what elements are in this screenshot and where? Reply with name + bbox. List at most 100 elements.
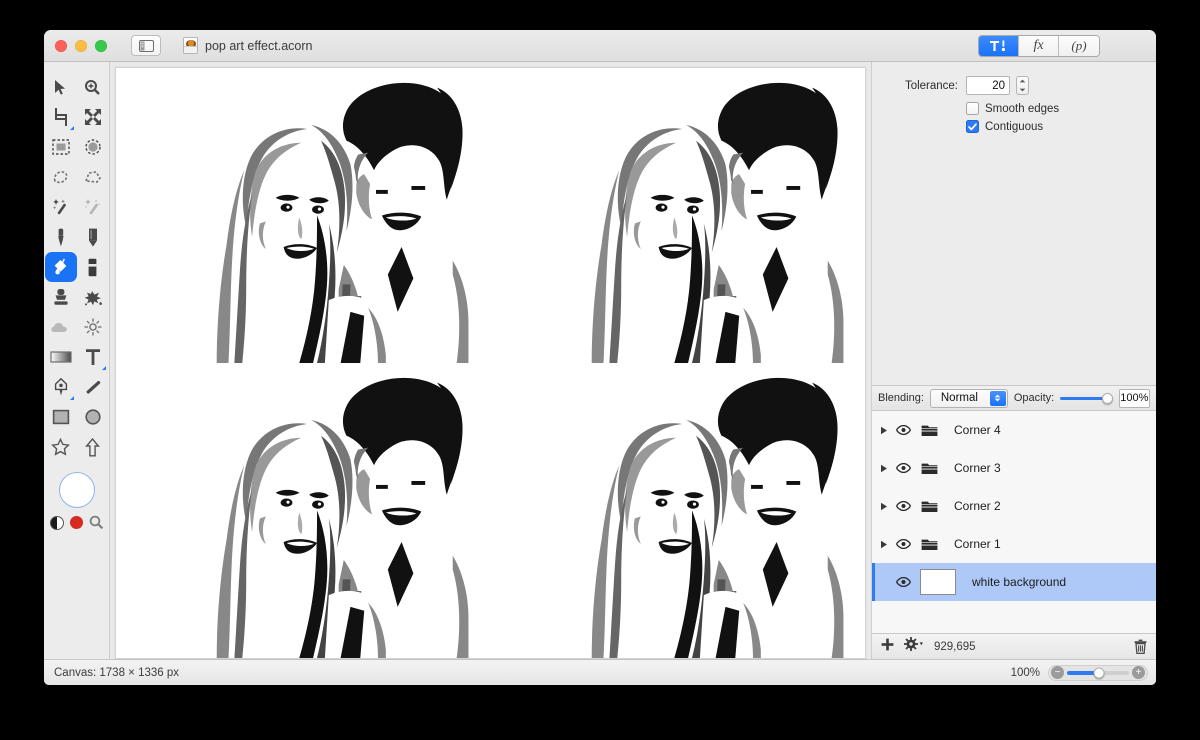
move-tool[interactable] [45, 72, 77, 102]
visibility-eye-icon[interactable] [892, 539, 914, 549]
layer-settings-button[interactable] [904, 637, 924, 656]
half-circle-icon[interactable] [49, 515, 64, 530]
layer-thumbnail [920, 569, 956, 595]
zoom-thumb[interactable] [1093, 667, 1105, 678]
zoom-in-icon[interactable]: + [1132, 666, 1145, 679]
layer-name: white background [972, 575, 1067, 589]
stamp-icon [53, 288, 68, 305]
layer-list[interactable]: Corner 4 Corner 3 Corner 2 Corner 1 whit… [872, 411, 1156, 633]
paint-bucket-tool[interactable] [44, 252, 77, 282]
color-swatch-row [49, 515, 104, 530]
opacity-input[interactable]: 100% [1118, 388, 1150, 408]
add-layer-button[interactable] [881, 638, 894, 656]
table-row[interactable]: Corner 2 [872, 487, 1156, 525]
visibility-eye-icon[interactable] [892, 425, 914, 435]
ellipse-shape-tool[interactable] [77, 402, 109, 432]
layer-name: Corner 4 [954, 423, 1001, 437]
sidebar-toggle-button[interactable] [131, 35, 161, 56]
image-canvas[interactable] [115, 67, 866, 659]
table-row[interactable]: Corner 4 [872, 411, 1156, 449]
disclosure-triangle-icon[interactable] [876, 502, 892, 511]
rectangle-icon [52, 409, 69, 425]
zoom-out-icon[interactable]: − [1051, 666, 1064, 679]
contiguous-checkbox[interactable] [966, 120, 979, 133]
rectangle-shape-tool[interactable] [45, 402, 77, 432]
portrait-artwork [490, 363, 865, 658]
visibility-eye-icon[interactable] [892, 463, 914, 473]
clone-stamp-tool[interactable] [45, 282, 77, 312]
chevron-down-icon [1019, 88, 1026, 92]
lasso-tool[interactable] [45, 162, 77, 192]
chevron-down-icon [994, 398, 1001, 402]
foreground-color-well[interactable] [58, 472, 95, 508]
delete-layer-button[interactable] [1134, 639, 1147, 654]
disclosure-triangle-icon[interactable] [876, 426, 892, 435]
instant-alpha-tool[interactable] [77, 192, 109, 222]
transform-tool[interactable] [77, 102, 109, 132]
arrow-up-icon [85, 437, 100, 456]
layer-group-folder-icon [914, 462, 944, 475]
gradient-tool[interactable] [45, 342, 77, 372]
document-title-group[interactable]: pop art effect.acorn [183, 37, 312, 54]
smudge-tool[interactable] [77, 282, 109, 312]
trash-icon [1134, 639, 1147, 654]
crop-tool[interactable] [45, 102, 77, 132]
inspector-segmented-control[interactable]: fx (p) [978, 35, 1100, 57]
text-tool[interactable] [77, 342, 109, 372]
canvas-area [110, 62, 871, 659]
disclosure-triangle-icon[interactable] [876, 464, 892, 473]
marquee-rect-icon [51, 139, 70, 155]
magnifier-plus-icon [85, 79, 100, 95]
disclosure-triangle-icon[interactable] [876, 540, 892, 549]
tolerance-input[interactable]: 20 [966, 76, 1010, 95]
magic-wand-tool[interactable] [45, 192, 77, 222]
close-button[interactable] [55, 39, 67, 52]
visibility-eye-icon[interactable] [892, 501, 914, 511]
contiguous-row[interactable]: Contiguous [966, 120, 1142, 133]
tab-tool-options[interactable] [979, 36, 1019, 56]
table-row[interactable]: Corner 1 [872, 525, 1156, 563]
bezier-tool[interactable] [45, 372, 77, 402]
arrow-cursor-icon [55, 79, 65, 95]
line-tool[interactable] [77, 372, 109, 402]
blending-mode-popup[interactable]: Normal [929, 388, 1008, 408]
opacity-thumb[interactable] [1101, 392, 1113, 404]
splatter-icon [84, 290, 102, 305]
layer-toolbar: 929,695 [872, 633, 1156, 659]
smooth-edges-checkbox[interactable] [966, 102, 979, 115]
gradient-icon [49, 351, 72, 363]
table-row[interactable]: white background [872, 563, 1156, 601]
acorn-document-icon [183, 37, 198, 54]
tab-properties[interactable]: (p) [1059, 36, 1099, 56]
polygon-lasso-tool[interactable] [77, 162, 109, 192]
tab-filters[interactable]: fx [1019, 36, 1059, 56]
pencil-tool[interactable] [77, 222, 109, 252]
arrow-shape-tool[interactable] [77, 432, 109, 462]
brush-tool[interactable] [45, 222, 77, 252]
tool-options-section: Tolerance: 20 Smooth edges Contiguous [872, 62, 1156, 138]
opacity-label: Opacity: [1013, 392, 1055, 404]
minimize-button[interactable] [75, 39, 87, 52]
zoom-slider[interactable]: − + [1048, 664, 1148, 681]
smooth-edges-label: Smooth edges [985, 102, 1060, 115]
dodge-burn-tool[interactable] [77, 312, 109, 342]
ellipse-select-tool[interactable] [77, 132, 109, 162]
opacity-slider[interactable] [1060, 392, 1113, 404]
polygon-lasso-icon [84, 171, 101, 183]
rectangle-select-tool[interactable] [45, 132, 77, 162]
table-row[interactable]: Corner 3 [872, 449, 1156, 487]
magnifier-icon[interactable] [89, 515, 104, 530]
color-dot-icon[interactable] [69, 516, 83, 529]
smooth-edges-row[interactable]: Smooth edges [966, 102, 1142, 115]
eraser-tool[interactable] [77, 252, 109, 282]
portrait-artwork [116, 68, 491, 363]
visibility-eye-icon[interactable] [892, 577, 914, 587]
maximize-button[interactable] [95, 39, 107, 52]
pop-art-cell [116, 363, 491, 658]
star-shape-tool[interactable] [45, 432, 77, 462]
tolerance-stepper[interactable] [1016, 76, 1029, 95]
blur-tool[interactable] [45, 312, 77, 342]
zoom-controls: 100% − + [1011, 664, 1148, 681]
marquee-ellipse-icon [84, 139, 101, 155]
zoom-tool[interactable] [77, 72, 109, 102]
